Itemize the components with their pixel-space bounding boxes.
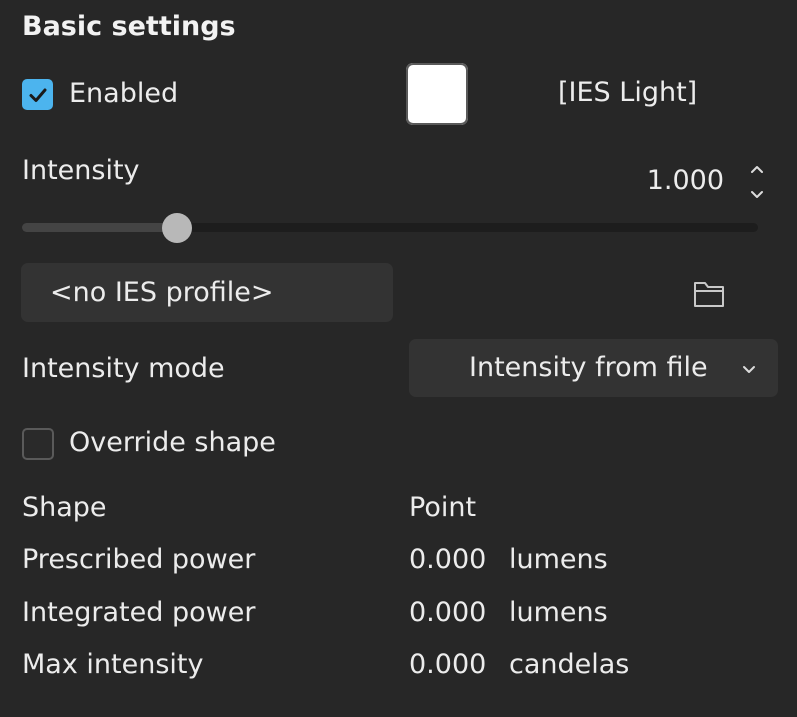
shape-label: Shape xyxy=(22,492,107,523)
override-shape-checkbox[interactable] xyxy=(22,428,54,460)
enabled-label: Enabled xyxy=(69,78,179,109)
prescribed-power-value: 0.000 xyxy=(409,544,487,575)
intensity-label: Intensity xyxy=(22,155,140,186)
chevron-down-icon xyxy=(743,366,755,373)
slider-thumb[interactable] xyxy=(161,213,192,243)
light-type-label: [IES Light] xyxy=(558,77,698,108)
intensity-mode-value: Intensity from file xyxy=(469,352,708,383)
folder-icon xyxy=(694,282,724,307)
integrated-power-label: Integrated power xyxy=(22,597,256,628)
ies-profile-field[interactable]: <no IES profile> xyxy=(21,263,393,322)
intensity-slider[interactable] xyxy=(22,212,758,243)
section-title: Basic settings xyxy=(22,11,236,42)
browse-ies-button[interactable] xyxy=(690,274,728,312)
chevron-down-icon xyxy=(751,191,763,198)
stepper-down-button[interactable] xyxy=(745,183,769,207)
light-color-swatch[interactable] xyxy=(406,63,468,125)
enabled-checkbox[interactable] xyxy=(22,79,53,110)
chevron-up-icon xyxy=(751,166,763,173)
max-intensity-value: 0.000 xyxy=(409,649,487,680)
integrated-power-value: 0.000 xyxy=(409,597,487,628)
slider-fill xyxy=(22,223,177,232)
integrated-power-unit: lumens xyxy=(509,597,608,628)
intensity-stepper xyxy=(745,157,769,207)
prescribed-power-unit: lumens xyxy=(509,544,608,575)
ies-profile-value: <no IES profile> xyxy=(50,276,274,308)
prescribed-power-label: Prescribed power xyxy=(22,544,256,575)
max-intensity-label: Max intensity xyxy=(22,649,204,680)
intensity-mode-select[interactable]: Intensity from file xyxy=(409,339,778,397)
max-intensity-unit: candelas xyxy=(509,649,630,680)
override-shape-label: Override shape xyxy=(69,427,276,458)
stepper-up-button[interactable] xyxy=(745,157,769,181)
checkmark-icon xyxy=(29,88,46,102)
intensity-value[interactable]: 1.000 xyxy=(647,164,724,198)
intensity-mode-label: Intensity mode xyxy=(22,353,225,384)
shape-value: Point xyxy=(409,492,477,523)
